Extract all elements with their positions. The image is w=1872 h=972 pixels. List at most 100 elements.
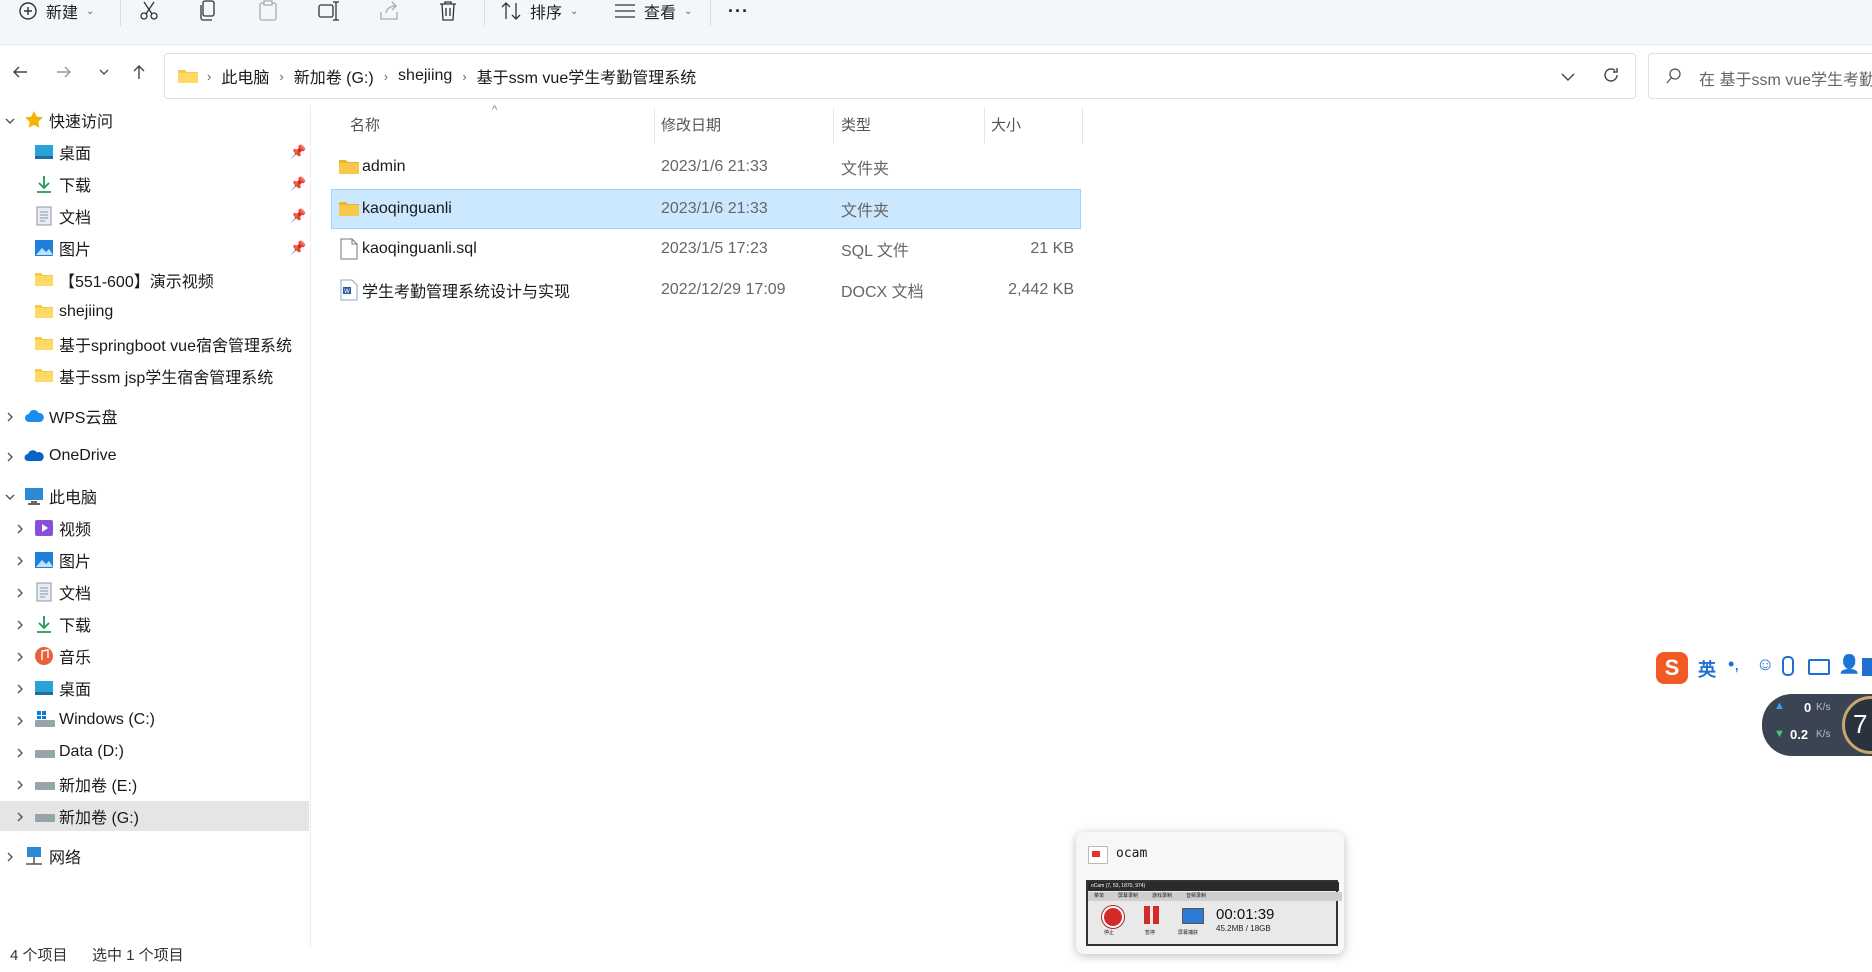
share-icon: [380, 1, 398, 20]
microphone-icon[interactable]: [1782, 656, 1794, 676]
sidebar-item-label: 桌面: [59, 682, 92, 699]
sidebar-item-label: 网络: [49, 850, 82, 867]
emoji-icon[interactable]: ☺: [1756, 654, 1774, 675]
docx-file-icon: W: [340, 271, 358, 309]
folder-icon: [34, 334, 54, 354]
sidebar-item-drive-c[interactable]: Windows (C:): [0, 705, 309, 735]
more-options-button[interactable]: ···: [728, 0, 749, 24]
file-date: 2022/12/29 17:09: [661, 281, 786, 298]
sidebar-item-drive-d[interactable]: Data (D:): [0, 737, 309, 767]
network-speed-widget[interactable]: ▲ 0 K/s ▼ 0.2 K/s 7: [1762, 694, 1872, 756]
folder-icon: [34, 302, 54, 322]
breadcrumb-current-folder[interactable]: 基于ssm vue学生考勤管理系统: [471, 64, 703, 88]
recent-locations-button[interactable]: [92, 60, 116, 84]
sidebar-item-documents[interactable]: 文档 📌: [0, 201, 309, 231]
punctuation-icon[interactable]: •,: [1728, 654, 1739, 675]
sidebar-item-label: 此电脑: [49, 490, 98, 507]
cut-button[interactable]: [138, 0, 160, 24]
download-arrow-icon: ▼: [1774, 728, 1785, 740]
address-history-button[interactable]: [1561, 68, 1575, 89]
new-button[interactable]: 新建 ⌄: [18, 0, 94, 24]
sidebar-item-this-pc[interactable]: 此电脑: [0, 481, 309, 511]
chevron-right-icon: [4, 850, 16, 862]
sidebar-item-onedrive[interactable]: OneDrive: [0, 441, 309, 471]
breadcrumb-shejiing[interactable]: shejiing: [392, 67, 458, 85]
ime-language-toggle[interactable]: 英: [1698, 656, 1716, 682]
forward-button[interactable]: [52, 60, 76, 84]
sidebar-item-pictures[interactable]: 图片 📌: [0, 233, 309, 263]
column-header-date[interactable]: 修改日期: [661, 104, 721, 144]
sidebar-item-quick-access[interactable]: 快速访问: [0, 105, 309, 135]
back-button[interactable]: [8, 60, 32, 84]
sidebar-item-folder[interactable]: 基于springboot vue宿舍管理系统: [0, 329, 309, 359]
sidebar-item-label: WPS云盘: [49, 410, 118, 427]
column-divider[interactable]: [984, 108, 985, 144]
sidebar-item-desktop[interactable]: 桌面: [0, 673, 309, 703]
more-icon[interactable]: [1862, 658, 1872, 676]
file-type: DOCX 文档: [841, 284, 924, 301]
user-icon[interactable]: 👤: [1838, 654, 1860, 675]
breadcrumb-drive-g[interactable]: 新加卷 (G:): [288, 64, 380, 88]
search-box[interactable]: 在 基于ssm vue学生考勤管: [1648, 53, 1872, 99]
file-row[interactable]: admin 2023/1/6 21:33 文件夹: [332, 148, 1080, 186]
file-row-selected[interactable]: kaoqinguanli 2023/1/6 21:33 文件夹: [331, 189, 1081, 229]
column-divider[interactable]: [1082, 108, 1083, 144]
breadcrumb-this-pc[interactable]: 此电脑: [215, 64, 275, 88]
share-button[interactable]: [378, 0, 400, 24]
sidebar-item-folder[interactable]: 【551-600】演示视频: [0, 265, 309, 295]
up-button[interactable]: [127, 60, 151, 84]
keyboard-icon[interactable]: [1808, 659, 1830, 675]
column-divider[interactable]: [654, 108, 655, 144]
copy-icon: [200, 0, 215, 21]
sidebar-item-pictures[interactable]: 图片: [0, 545, 309, 575]
speed-unit: K/s: [1816, 702, 1831, 713]
sidebar-item-music[interactable]: 音乐: [0, 641, 309, 671]
file-type: 文件夹: [841, 161, 890, 178]
view-button[interactable]: 查看 ⌄: [614, 0, 692, 24]
drive-icon: [34, 806, 55, 826]
picture-icon: [34, 238, 54, 258]
address-bar[interactable]: › 此电脑 › 新加卷 (G:) › shejiing › 基于ssm vue学…: [164, 53, 1636, 99]
column-divider[interactable]: [833, 108, 834, 144]
memory-usage-value: 7: [1853, 709, 1868, 739]
sidebar-item-drive-e[interactable]: 新加卷 (E:): [0, 769, 309, 799]
sidebar-item-network[interactable]: 网络: [0, 841, 309, 871]
sidebar-item-desktop[interactable]: 桌面 📌: [0, 137, 309, 167]
sidebar-item-wps-cloud[interactable]: WPS云盘: [0, 401, 309, 431]
search-placeholder: 在 基于ssm vue学生考勤管: [1699, 72, 1872, 89]
ocam-thumbnail-popup[interactable]: ocam oCam (7, 53, 1870, 974) 菜单 屏幕录制 游戏录…: [1076, 832, 1344, 954]
file-row[interactable]: kaoqinguanli.sql 2023/1/5 17:23 SQL 文件 2…: [332, 230, 1080, 268]
sidebar-item-folder[interactable]: 基于ssm jsp学生宿舍管理系统: [0, 361, 309, 391]
upload-speed: 0: [1804, 700, 1812, 715]
sidebar-item-drive-g[interactable]: 新加卷 (G:): [0, 801, 309, 831]
sort-button[interactable]: 排序 ⌄: [500, 0, 578, 24]
ocam-monitor-icon: [1182, 908, 1204, 924]
sidebar-item-videos[interactable]: 视频: [0, 513, 309, 543]
sidebar-item-documents[interactable]: 文档: [0, 577, 309, 607]
sidebar-item-label: 视频: [59, 522, 92, 539]
column-header-size[interactable]: 大小: [991, 104, 1021, 144]
view-label: 查看: [644, 5, 677, 22]
ocam-pause-label: 暂停: [1145, 930, 1156, 936]
ime-toolbar[interactable]: S 英 •, ☺ 👤: [1656, 652, 1872, 686]
sidebar-item-folder[interactable]: shejiing: [0, 297, 309, 327]
file-row[interactable]: W 学生考勤管理系统设计与实现 2022/12/29 17:09 DOCX 文档…: [332, 271, 1080, 309]
ocam-pause-icon: [1144, 906, 1160, 924]
sidebar-item-downloads[interactable]: 下载: [0, 609, 309, 639]
ocam-tab: 菜单: [1094, 893, 1105, 899]
column-header-name[interactable]: 名称: [350, 104, 380, 144]
refresh-button[interactable]: [1601, 65, 1621, 90]
paste-button[interactable]: [258, 0, 278, 24]
delete-button[interactable]: [438, 0, 458, 24]
sidebar-item-downloads[interactable]: 下载 📌: [0, 169, 309, 199]
rename-button[interactable]: [318, 0, 340, 24]
trash-icon: [440, 1, 456, 21]
sidebar-item-label: OneDrive: [49, 447, 117, 464]
ocam-tab: 游戏录制: [1152, 893, 1173, 899]
column-header-type[interactable]: 类型: [841, 104, 871, 144]
new-label: 新建: [46, 5, 79, 22]
pin-icon: 📌: [290, 176, 307, 191]
sidebar-item-label: 【551-600】演示视频: [59, 274, 214, 291]
copy-button[interactable]: [198, 0, 218, 24]
sort-icon: [501, 2, 521, 20]
